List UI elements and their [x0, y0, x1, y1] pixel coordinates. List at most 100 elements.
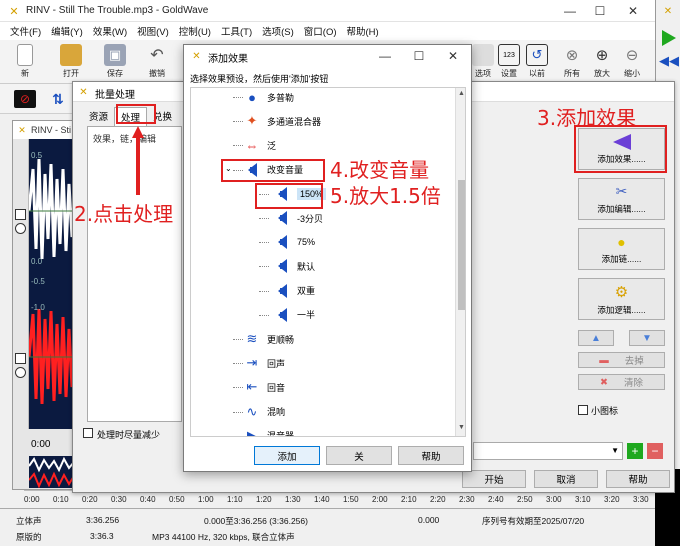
channel-checkbox-right[interactable] [15, 353, 26, 364]
tree-item-label: 多通道混合器 [267, 116, 322, 127]
dialog-close-text-button[interactable]: 关 [326, 446, 392, 465]
add-edit-button[interactable]: ✂ 添加编辑...... [578, 178, 665, 220]
undo-button[interactable]: ↶ 撤销 [140, 44, 174, 79]
small-icons-checkbox[interactable] [578, 405, 588, 415]
dialog-maximize-button[interactable]: ☐ [404, 49, 434, 63]
process-list[interactable]: 效果，链，编辑 [87, 126, 182, 422]
previous-button[interactable]: ↺ 以前 [520, 44, 554, 79]
channel-checkbox-left[interactable] [15, 209, 26, 220]
menu-window[interactable]: 窗口(O) [304, 24, 337, 38]
effect-tree[interactable]: ● 多普勒 ✦ 多通道混合器 ⇔ 泛 ⌄ 改变音量 150% -3分贝 75% 默认 双重 一半 ≋ 更顺畅 ⇥… [190, 87, 466, 437]
menu-bar: 文件(F) 编辑(Y) 效果(W) 视图(V) 控制(U) 工具(T) 选项(S… [0, 22, 655, 40]
menu-file[interactable]: 文件(F) [10, 24, 41, 38]
dialog-logo-icon: ✕ [192, 50, 201, 62]
tree-item[interactable]: 默认 [191, 255, 453, 277]
remove-button[interactable]: ▬ 去掉 [578, 352, 665, 368]
move-down-button[interactable]: ▼ [629, 330, 665, 346]
scroll-thumb[interactable] [458, 180, 465, 310]
minimize-checkbox[interactable] [83, 428, 93, 438]
channel-radio-left[interactable] [15, 223, 26, 234]
status-selection: 0.000至3:36.256 (3:36.256) [204, 516, 308, 526]
batch-logo-icon: ✕ [79, 86, 88, 98]
swap-channels-icon[interactable]: ⇅ [46, 89, 70, 109]
status-bar: 立体声 3:36.256 0.000至3:36.256 (3:36.256) 0… [0, 469, 680, 546]
save-button[interactable]: ▣ 保存 [98, 44, 132, 79]
zoom-out-icon: ⊖ [625, 47, 639, 64]
open-button[interactable]: 打开 [54, 44, 88, 79]
add-logic-button[interactable]: ⚙ 添加逻辑...... [578, 278, 665, 320]
tree-connector [233, 411, 243, 413]
speaker-shape [277, 283, 287, 298]
status-position: 0.000 [418, 515, 440, 525]
remove-preset-button[interactable]: − [647, 443, 663, 459]
tree-connector [233, 97, 243, 98]
batch-help-button[interactable]: 帮助 [606, 470, 670, 488]
tree-item[interactable]: ▶ 混音器 [191, 425, 453, 437]
tree-item[interactable]: 一半 [191, 304, 453, 326]
menu-view[interactable]: 视图(V) [137, 24, 169, 38]
zoom-in-button[interactable]: ⊕ 放大 [585, 44, 619, 79]
rewind-icon[interactable]: ◀◀ [659, 53, 679, 68]
tree-item[interactable]: ⇥ 回声 [191, 352, 453, 374]
play-icon[interactable] [662, 30, 676, 46]
clear-button[interactable]: ✖ 清除 [578, 374, 665, 390]
menu-effects[interactable]: 效果(W) [93, 24, 127, 38]
tree-item[interactable]: ✦ 多通道混合器 [191, 110, 453, 132]
menu-tools[interactable]: 工具(T) [221, 24, 252, 38]
add-effect-dialog: ✕ 添加效果 — ☐ ✕ 选择效果预设，然后使用'添加'按钮 ● 多普勒 ✦ 多通道混… [183, 44, 472, 472]
tree-item[interactable]: -3分贝 [191, 207, 453, 229]
dialog-add-button[interactable]: 添加 [254, 446, 320, 465]
tree-scrollbar[interactable]: ▲ ▼ [455, 88, 465, 436]
annotation-step3: 3.添加效果 [537, 106, 637, 130]
scroll-down-icon[interactable]: ▼ [458, 424, 465, 431]
dialog-close-button[interactable]: ✕ [438, 49, 468, 63]
dialog-help-button[interactable]: 帮助 [398, 446, 464, 465]
menu-edit[interactable]: 编辑(Y) [51, 24, 83, 38]
volume-icon [273, 306, 291, 324]
minimize-button[interactable]: — [555, 4, 585, 18]
zoom-all-button[interactable]: ⊗ 所有 [555, 44, 589, 79]
tree-item[interactable]: ∿ 混响 [191, 401, 453, 423]
channel-radio-right[interactable] [15, 367, 26, 378]
tree-item-label: 一半 [297, 310, 316, 321]
tree-item[interactable]: ⇤ 回音 [191, 376, 453, 398]
scroll-up-icon[interactable]: ▲ [458, 90, 465, 97]
tree-item-label: 默认 [297, 261, 316, 272]
track-logo-icon: ✕ [18, 124, 26, 135]
start-button[interactable]: 开始 [462, 470, 526, 488]
tree-connector [259, 242, 269, 244]
close-button[interactable]: ✕ [618, 4, 648, 18]
stop-record-icon[interactable]: ⊘ [14, 90, 36, 108]
tree-connector [259, 314, 269, 316]
volume-icon [273, 233, 291, 251]
menu-options[interactable]: 选项(S) [262, 24, 294, 38]
maximize-button[interactable]: ☐ [585, 4, 615, 18]
right-control-window: ✕ ◀◀ [655, 0, 680, 90]
highlight-add-effect [574, 125, 667, 173]
menu-help[interactable]: 帮助(H) [347, 24, 379, 38]
cancel-button[interactable]: 取消 [534, 470, 598, 488]
tree-item[interactable]: ≋ 更顺畅 [191, 328, 453, 350]
tree-item[interactable]: 75% [191, 231, 453, 253]
add-chain-button[interactable]: ● 添加链...... [578, 228, 665, 270]
mixer-icon: ▶ [247, 427, 257, 437]
tree-item[interactable]: ● 多普勒 [191, 88, 453, 108]
arrow-up-icon: ▲ [591, 332, 601, 344]
timeline-label: 0:20 [82, 495, 98, 504]
tree-item[interactable]: 双重 [191, 280, 453, 302]
tab-source[interactable]: 资源 [83, 107, 114, 126]
volume-icon [273, 257, 291, 275]
zoom-out-button[interactable]: ⊖ 缩小 [615, 44, 649, 79]
add-preset-button[interactable]: + [627, 443, 643, 459]
move-up-button[interactable]: ▲ [578, 330, 614, 346]
timeline-label: 0:50 [169, 495, 185, 504]
new-button[interactable]: 新 [8, 44, 42, 79]
main-window-title: RINV - Still The Trouble.mp3 - GoldWave [26, 5, 209, 16]
status-duration: 3:36.256 [86, 515, 120, 525]
preset-select[interactable]: ▼ [473, 442, 623, 460]
dialog-minimize-button[interactable]: — [370, 49, 400, 63]
status-channels: 立体声 [16, 516, 42, 526]
menu-control[interactable]: 控制(U) [179, 24, 211, 38]
speaker-shape [277, 211, 287, 225]
track-controls-column [13, 139, 29, 429]
